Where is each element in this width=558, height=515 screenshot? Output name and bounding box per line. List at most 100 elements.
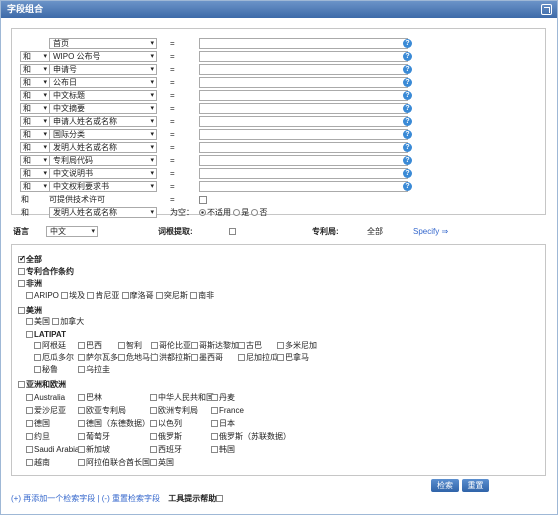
office-item[interactable]: 厄瓜多尔 — [34, 353, 74, 363]
office-group-americas[interactable]: 美洲 — [18, 306, 42, 316]
radio-no[interactable] — [251, 209, 259, 216]
help-icon[interactable]: ? — [403, 130, 412, 139]
office-item[interactable]: 乌拉圭 — [78, 365, 110, 375]
field-select[interactable]: 专利局代码 — [49, 155, 157, 166]
add-field-link[interactable]: (+) 再添加一个检索字段 — [11, 494, 95, 503]
office-checkbox[interactable] — [52, 318, 60, 325]
field-input[interactable] — [199, 103, 408, 114]
help-icon[interactable]: ? — [403, 65, 412, 74]
operator-select[interactable]: 和 — [20, 90, 50, 101]
field-select[interactable]: 公布日 — [49, 77, 157, 88]
office-item[interactable]: 萨尔瓦多 — [78, 353, 118, 363]
help-icon[interactable]: ? — [403, 52, 412, 61]
field-select[interactable]: 发明人姓名或名称 — [49, 207, 157, 218]
office-item[interactable]: 秘鲁 — [34, 365, 58, 375]
office-item[interactable]: 尼加拉瓜 — [238, 353, 278, 363]
office-checkbox[interactable] — [190, 292, 198, 299]
radio-yes[interactable] — [233, 209, 241, 216]
office-item[interactable]: 巴西 — [78, 341, 102, 351]
office-item[interactable]: 约旦 — [26, 432, 50, 442]
field-select[interactable]: WIPO 公布号 — [49, 51, 157, 62]
office-group-latipat[interactable]: LATIPAT — [26, 330, 66, 340]
help-icon[interactable]: ? — [403, 156, 412, 165]
office-item[interactable]: 越南 — [26, 458, 50, 468]
field-input[interactable] — [199, 77, 408, 88]
office-item[interactable]: 日本 — [211, 419, 235, 429]
office-checkbox[interactable] — [121, 292, 129, 299]
office-item[interactable]: 新加坡 — [78, 445, 110, 455]
office-item[interactable]: 丹麦 — [211, 393, 235, 403]
office-item[interactable]: 中华人民共和国 — [150, 393, 214, 403]
operator-select[interactable]: 和 — [20, 64, 50, 75]
field-input[interactable] — [199, 155, 408, 166]
office-item[interactable]: 阿根廷 — [34, 341, 66, 351]
field-input[interactable] — [199, 129, 408, 140]
field-input[interactable] — [199, 116, 408, 127]
office-item[interactable]: 阿拉伯联合酋长国 — [78, 458, 150, 468]
help-icon[interactable]: ? — [403, 117, 412, 126]
radio-na[interactable] — [199, 209, 206, 216]
office-group-africa[interactable]: 非洲 — [18, 279, 42, 289]
office-checkbox[interactable] — [26, 292, 33, 299]
operator-select[interactable]: 和 — [20, 142, 50, 153]
office-item[interactable]: 葡萄牙 — [78, 432, 110, 442]
office-item[interactable]: 欧亚专利局 — [78, 406, 126, 416]
help-icon[interactable]: ? — [403, 182, 412, 191]
office-item[interactable]: 哥伦比亚 — [151, 341, 191, 351]
office-item[interactable]: 巴拿马 — [277, 353, 309, 363]
office-item[interactable]: 专利合作条约 — [18, 267, 74, 277]
field-select[interactable]: 中文说明书 — [49, 168, 157, 179]
field-select[interactable]: 发明人姓名或名称 — [49, 142, 157, 153]
field-select[interactable]: 首页 — [49, 38, 157, 49]
office-item[interactable]: 德国 — [26, 419, 50, 429]
office-checkbox[interactable] — [61, 292, 69, 299]
office-checkbox[interactable] — [87, 292, 95, 299]
help-icon[interactable]: ? — [403, 39, 412, 48]
office-item[interactable]: 韩国 — [211, 445, 235, 455]
language-select[interactable]: 中文 — [46, 226, 98, 237]
field-select[interactable]: 申请人姓名或名称 — [49, 116, 157, 127]
operator-select[interactable]: 和 — [20, 181, 50, 192]
stemming-checkbox[interactable] — [229, 228, 236, 235]
expand-icon[interactable] — [541, 4, 552, 15]
office-item[interactable]: 俄罗斯 — [150, 432, 182, 442]
reset-button[interactable]: 重置 — [462, 479, 489, 492]
help-icon[interactable]: ? — [403, 169, 412, 178]
field-input[interactable] — [199, 181, 408, 192]
search-button[interactable]: 检索 — [431, 479, 459, 492]
office-checkbox[interactable] — [26, 318, 33, 325]
field-input[interactable] — [199, 90, 408, 101]
field-input[interactable] — [199, 51, 408, 62]
office-item[interactable]: 洪都拉斯 — [151, 353, 191, 363]
office-item[interactable]: 多米尼加 — [277, 341, 317, 351]
field-input[interactable] — [199, 38, 408, 49]
license-checkbox[interactable] — [199, 196, 207, 204]
office-item[interactable]: 俄罗斯（苏联数据） — [211, 432, 291, 442]
help-icon[interactable]: ? — [403, 78, 412, 87]
field-select[interactable]: 国际分类 — [49, 129, 157, 140]
office-item[interactable]: 西班牙 — [150, 445, 182, 455]
field-input[interactable] — [199, 64, 408, 75]
office-item[interactable]: 全部 — [18, 254, 42, 265]
office-item[interactable]: Saudi Arabia — [26, 445, 79, 455]
office-item[interactable]: 墨西哥 — [191, 353, 223, 363]
field-select[interactable]: 申请号 — [49, 64, 157, 75]
field-input[interactable] — [199, 142, 408, 153]
field-select[interactable]: 中文权利要求书 — [49, 181, 157, 192]
tooltip-help-checkbox[interactable] — [216, 495, 224, 502]
office-item[interactable]: 智利 — [118, 341, 142, 351]
operator-select[interactable]: 和 — [20, 77, 50, 88]
reset-fields-link[interactable]: (-) 重置检索字段 — [102, 494, 160, 503]
help-icon[interactable]: ? — [403, 91, 412, 100]
office-item[interactable]: 德国（东德数据） — [78, 419, 150, 429]
office-item[interactable]: 以色列 — [150, 419, 182, 429]
office-checkbox[interactable] — [155, 292, 163, 299]
office-item[interactable]: France — [211, 406, 244, 416]
field-select[interactable]: 中文标题 — [49, 90, 157, 101]
field-select[interactable]: 中文摘要 — [49, 103, 157, 114]
office-item[interactable]: Australia — [26, 393, 65, 403]
operator-select[interactable]: 和 — [20, 51, 50, 62]
office-group-asia-europe[interactable]: 亚洲和欧洲 — [18, 380, 66, 390]
office-item[interactable]: 欧洲专利局 — [150, 406, 198, 416]
office-item[interactable]: 英国 — [150, 458, 174, 468]
